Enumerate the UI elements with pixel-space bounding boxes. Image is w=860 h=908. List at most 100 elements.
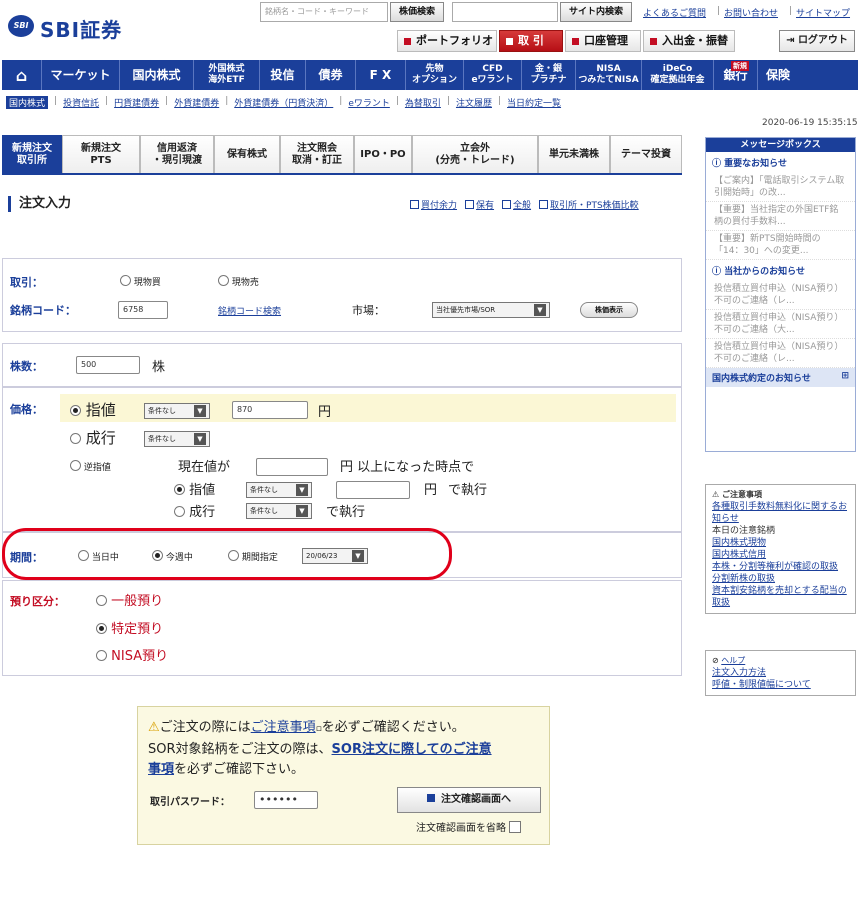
sbi-logo[interactable]: SBI証券 bbox=[40, 14, 122, 43]
important-notice-title[interactable]: ⓘ 重要なお知らせ bbox=[706, 152, 855, 173]
notes-link[interactable]: 国内株式信用 bbox=[712, 549, 849, 561]
portfolio-button[interactable]: ポートフォリオ bbox=[397, 30, 497, 52]
radio-selected[interactable] bbox=[174, 484, 185, 495]
subnav-yen-bond[interactable]: 円貨建債券 bbox=[114, 96, 159, 109]
notes-link[interactable]: 資本割安銘柄を売却とする配当の取扱 bbox=[712, 585, 849, 609]
subnav-foreign-bond[interactable]: 外貨建債券 bbox=[174, 96, 219, 109]
limit-condition-select[interactable]: 条件なし ▼ bbox=[144, 403, 210, 419]
qty-input[interactable]: 500 bbox=[76, 356, 140, 374]
tab-theme[interactable]: テーマ投資 bbox=[610, 135, 682, 173]
subnav-fund[interactable]: 投資信託 bbox=[63, 96, 99, 109]
notes-link[interactable]: 分割新株の取扱 bbox=[712, 573, 849, 585]
nav-ideco[interactable]: iDeCo 確定拠出年金 bbox=[642, 60, 714, 90]
contact-link[interactable]: お問い合わせ bbox=[724, 6, 778, 19]
stop-market-condition-select[interactable]: 条件なし ▼ bbox=[246, 503, 312, 519]
tab-margin-repay[interactable]: 信用返済 ・現引現渡 bbox=[140, 135, 214, 173]
stop-option[interactable]: 逆指値 bbox=[70, 460, 111, 473]
radio[interactable] bbox=[120, 275, 131, 286]
home-icon[interactable]: ⌂ bbox=[2, 60, 42, 90]
site-search-input[interactable] bbox=[452, 2, 558, 22]
nav-insurance[interactable]: 保険 bbox=[758, 60, 798, 90]
skip-confirm-checkbox[interactable] bbox=[509, 821, 522, 833]
radio[interactable] bbox=[70, 460, 81, 471]
radio-selected[interactable] bbox=[70, 405, 81, 416]
stop-trigger-input[interactable] bbox=[256, 458, 328, 476]
trade-sell-option[interactable]: 現物売 bbox=[218, 275, 259, 288]
execution-notice-link[interactable]: 国内株式約定のお知らせ ⊞ bbox=[706, 368, 855, 387]
nav-nisa[interactable]: NISA つみたてNISA bbox=[576, 60, 642, 90]
nav-futures[interactable]: 先物 オプション bbox=[406, 60, 464, 90]
subnav-executions[interactable]: 当日約定一覧 bbox=[507, 96, 561, 109]
nav-foreign-stock[interactable]: 外国株式 海外ETF bbox=[194, 60, 260, 90]
subnav-ewarrant[interactable]: eワラント bbox=[348, 96, 390, 109]
tab-off-floor[interactable]: 立会外 (分売・トレード) bbox=[412, 135, 538, 173]
notes-link[interactable]: 各種取引手数料無料化に関するお知らせ bbox=[712, 501, 849, 525]
site-search-button[interactable]: サイト内検索 bbox=[560, 2, 632, 22]
stop-limit-condition-select[interactable]: 条件なし ▼ bbox=[246, 482, 312, 498]
deposit-withdraw-button[interactable]: 入出金・振替 bbox=[643, 30, 735, 52]
tab-new-order-pts[interactable]: 新規注文 PTS bbox=[62, 135, 140, 173]
stop-limit-option[interactable]: 指値 bbox=[174, 479, 215, 498]
sor-caution-link[interactable]: SOR注文に際してのご注意 bbox=[332, 742, 492, 757]
nav-market[interactable]: マーケット bbox=[42, 60, 120, 90]
tab-new-order[interactable]: 新規注文 取引所 bbox=[2, 135, 62, 173]
help-link[interactable]: 注文入力方法 bbox=[712, 667, 849, 679]
password-input[interactable]: •••••• bbox=[254, 791, 318, 809]
trade-buy-option[interactable]: 現物買 bbox=[120, 275, 161, 288]
trade-button[interactable]: 取 引 bbox=[499, 30, 563, 52]
holdings-link[interactable]: 保有 bbox=[465, 198, 494, 211]
logout-button[interactable]: ⇥ ログアウト bbox=[779, 30, 855, 52]
market-order-option[interactable]: 成行 bbox=[70, 427, 116, 448]
subnav-foreign-bond-yen[interactable]: 外貨建債券（円貨決済） bbox=[234, 96, 333, 109]
tab-ipo[interactable]: IPO・PO bbox=[354, 135, 412, 173]
help-title[interactable]: ⊘ ヘルプ bbox=[712, 655, 849, 667]
radio[interactable] bbox=[96, 595, 107, 606]
market-select[interactable]: 当社優先市場/SOR ▼ bbox=[432, 302, 550, 318]
tab-odd-lot[interactable]: 単元未満株 bbox=[538, 135, 610, 173]
radio[interactable] bbox=[70, 433, 81, 444]
subnav-fx-trade[interactable]: 為替取引 bbox=[405, 96, 441, 109]
sbi-logo-icon[interactable]: SBI bbox=[8, 15, 34, 37]
tab-holdings[interactable]: 保有株式 bbox=[214, 135, 280, 173]
notes-link[interactable]: 本株・分割等権利が確認の取扱 bbox=[712, 561, 849, 573]
company-notice-title[interactable]: ⓘ 当社からのお知らせ bbox=[706, 260, 855, 281]
code-input[interactable]: 6758 bbox=[118, 301, 168, 319]
stock-search-button[interactable]: 株価検索 bbox=[390, 2, 444, 22]
subnav-order-history[interactable]: 注文履歴 bbox=[456, 96, 492, 109]
stop-limit-price-input[interactable] bbox=[336, 481, 410, 499]
radio-selected[interactable] bbox=[96, 623, 107, 634]
faq-link[interactable]: よくあるご質問 bbox=[643, 6, 706, 19]
list-item[interactable]: 投信積立買付申込（NISA預り）不可のご連絡（レ... bbox=[706, 339, 855, 368]
nav-domestic-stock[interactable]: 国内株式 bbox=[120, 60, 194, 90]
limit-price-input[interactable]: 870 bbox=[232, 401, 308, 419]
skip-confirm-option[interactable]: 注文確認画面を省略 bbox=[416, 819, 522, 834]
code-search-link[interactable]: 銘柄コード検索 bbox=[218, 304, 281, 317]
list-item[interactable]: 投信積立買付申込（NISA預り）不可のご連絡（大... bbox=[706, 310, 855, 339]
sor-caution-link-cont[interactable]: 事項 bbox=[148, 762, 174, 777]
deposit-general-option[interactable]: 一般預り bbox=[96, 590, 163, 609]
radio[interactable] bbox=[96, 650, 107, 661]
account-button[interactable]: 口座管理 bbox=[565, 30, 641, 52]
notes-link[interactable]: 国内株式現物 bbox=[712, 537, 849, 549]
stop-market-option[interactable]: 成行 bbox=[174, 501, 215, 520]
nav-gold[interactable]: 金・銀 プラチナ bbox=[522, 60, 576, 90]
order-confirm-button[interactable]: 注文確認画面へ bbox=[397, 787, 541, 813]
price-compare-link[interactable]: 取引所・PTS株価比較 bbox=[539, 198, 639, 211]
sitemap-link[interactable]: サイトマップ bbox=[796, 6, 850, 19]
list-item[interactable]: 【ご案内】「電話取引システム取引開始時」の改... bbox=[706, 173, 855, 202]
nav-fx[interactable]: F X bbox=[356, 60, 406, 90]
help-link[interactable]: 呼値・制限値幅について bbox=[712, 679, 849, 691]
list-item[interactable]: 【重要】当社指定の外国ETF銘柄の買付手数料... bbox=[706, 202, 855, 231]
nav-fund[interactable]: 投信 bbox=[260, 60, 306, 90]
search-input[interactable]: 銘柄名・コード・キーワード bbox=[260, 2, 388, 22]
tab-order-inquiry[interactable]: 注文照会 取消・訂正 bbox=[280, 135, 354, 173]
list-item[interactable]: 【重要】新PTS開始時間の「14：30」への変更... bbox=[706, 231, 855, 260]
nav-bond[interactable]: 債券 bbox=[306, 60, 356, 90]
general-link[interactable]: 全般 bbox=[502, 198, 531, 211]
limit-option[interactable]: 指値 bbox=[70, 399, 116, 420]
deposit-specific-option[interactable]: 特定預り bbox=[96, 618, 163, 637]
caution-link[interactable]: ご注意事項 bbox=[251, 720, 316, 735]
radio[interactable] bbox=[218, 275, 229, 286]
buying-power-link[interactable]: 買付余力 bbox=[410, 198, 457, 211]
list-item[interactable]: 投信積立買付申込（NISA預り）不可のご連絡（レ... bbox=[706, 281, 855, 310]
